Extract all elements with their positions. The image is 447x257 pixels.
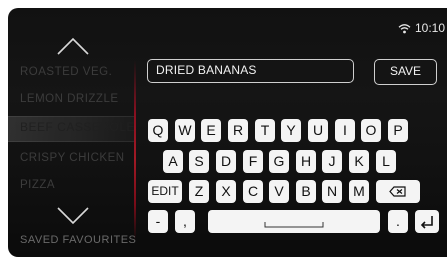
key-n[interactable]: N <box>322 180 342 203</box>
recipe-item-selected[interactable]: BEEF CASSEROLE <box>20 120 136 134</box>
oven-screen: ROASTED VEG. LEMON DRIZZLE BEEF CASSEROL… <box>8 8 447 257</box>
key-s[interactable]: S <box>189 150 209 173</box>
recipe-item[interactable]: ROASTED VEG. <box>20 66 136 78</box>
recipe-item[interactable]: PIZZA <box>20 179 136 191</box>
key-x[interactable]: X <box>216 180 236 203</box>
key-d[interactable]: D <box>216 150 236 173</box>
key-v[interactable]: V <box>269 180 289 203</box>
key-g[interactable]: G <box>269 150 289 173</box>
key-o[interactable]: O <box>361 119 381 142</box>
comma-key[interactable]: , <box>175 210 195 233</box>
chevron-up-icon[interactable] <box>56 28 90 62</box>
key-l[interactable]: L <box>376 150 396 173</box>
recipe-list-panel: ROASTED VEG. LEMON DRIZZLE BEEF CASSEROL… <box>8 8 136 257</box>
key-j[interactable]: J <box>322 150 342 173</box>
key-r[interactable]: R <box>228 119 248 142</box>
key-c[interactable]: C <box>243 180 263 203</box>
key-u[interactable]: U <box>308 119 328 142</box>
key-t[interactable]: T <box>255 119 275 142</box>
key-b[interactable]: B <box>296 180 316 203</box>
key-m[interactable]: M <box>349 180 369 203</box>
recipe-item[interactable]: CRISPY CHICKEN <box>20 152 136 164</box>
period-key[interactable]: . <box>388 210 408 233</box>
save-button[interactable]: SAVE <box>374 59 437 85</box>
clock: 10:10 <box>414 21 445 35</box>
chevron-down-icon[interactable] <box>56 200 90 234</box>
key-h[interactable]: H <box>296 150 316 173</box>
edit-key[interactable]: EDIT <box>148 180 182 203</box>
key-e[interactable]: E <box>201 119 221 142</box>
recipe-name-input[interactable]: DRIED BANANAS <box>147 59 354 83</box>
recipe-item[interactable]: LEMON DRIZZLE <box>20 93 136 105</box>
status-bar: 10:10 <box>398 21 445 35</box>
dash-key[interactable]: - <box>148 210 168 233</box>
key-i[interactable]: I <box>335 119 355 142</box>
space-bar-icon <box>208 210 380 233</box>
panel-divider <box>134 60 136 240</box>
saved-favourites-link[interactable]: SAVED FAVOURITES <box>20 234 136 246</box>
key-k[interactable]: K <box>349 150 369 173</box>
wifi-icon <box>398 23 411 34</box>
key-a[interactable]: A <box>163 150 183 173</box>
key-p[interactable]: P <box>388 119 408 142</box>
key-f[interactable]: F <box>243 150 263 173</box>
enter-icon <box>415 210 439 233</box>
key-y[interactable]: Y <box>281 119 301 142</box>
key-z[interactable]: Z <box>189 180 209 203</box>
enter-key[interactable] <box>415 210 439 233</box>
backspace-key[interactable] <box>376 180 420 203</box>
backspace-icon <box>376 180 420 203</box>
key-w[interactable]: W <box>175 119 195 142</box>
space-key[interactable] <box>208 210 380 233</box>
key-q[interactable]: Q <box>148 119 168 142</box>
